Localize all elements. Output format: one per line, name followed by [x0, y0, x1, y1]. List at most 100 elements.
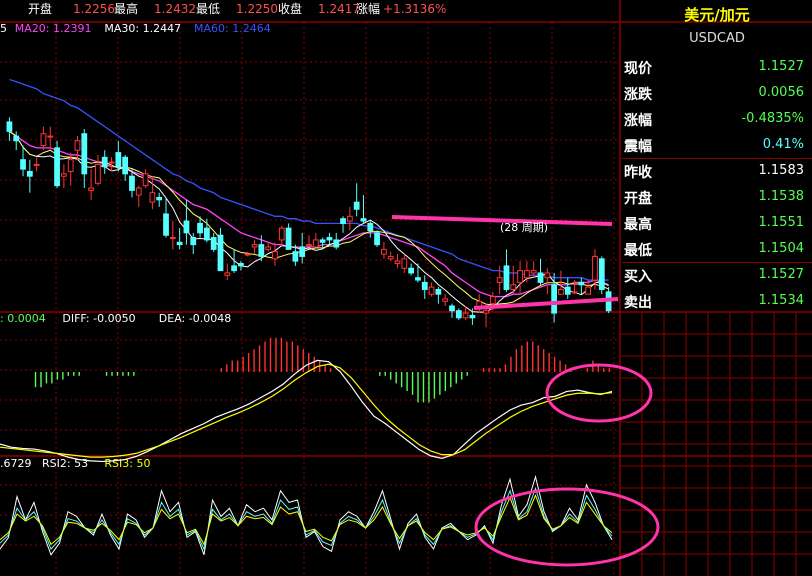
legend-item: DIFF: -0.0050: [62, 312, 135, 325]
candle-body: [469, 314, 476, 319]
candle: [415, 263, 421, 283]
open-value: 1.2256: [73, 2, 115, 16]
candle: [598, 256, 605, 295]
candle: [374, 230, 380, 247]
candle-body: [489, 296, 496, 305]
low-label: 最低: [196, 2, 220, 16]
candle: [333, 232, 340, 250]
candle: [306, 235, 312, 247]
candle-body: [564, 286, 571, 295]
candle-body: [67, 159, 74, 172]
candle-body: [135, 187, 142, 196]
candle: [244, 251, 251, 257]
quote-row-label: 开盘: [624, 191, 652, 207]
candle-body: [224, 272, 231, 276]
candle: [278, 225, 285, 247]
candle-body: [163, 213, 169, 236]
quote-row-value: 1.1583: [758, 163, 805, 178]
quote-row-label: 买入: [624, 269, 652, 285]
candle-body: [217, 234, 224, 272]
candle-body: [292, 251, 299, 262]
candle-body: [149, 192, 156, 203]
quote-row: 开盘 1.1538: [622, 184, 808, 210]
candle: [564, 277, 571, 299]
candle: [381, 242, 387, 259]
low-value: 1.2250: [236, 2, 278, 16]
quote-row-label: 最高: [624, 217, 652, 233]
candle-body: [421, 281, 428, 290]
quote-row-value: 1.1504: [758, 241, 805, 256]
candle-body: [203, 227, 210, 241]
quote-row-value: 1.1534: [758, 293, 805, 308]
candle-body: [278, 227, 285, 241]
candle: [428, 282, 435, 297]
legend-item: DEA: -0.0048: [159, 312, 231, 325]
candle: [367, 221, 374, 238]
candle: [81, 129, 88, 188]
candle-body: [346, 215, 353, 222]
candle-body: [598, 258, 605, 290]
quote-row: 最低 1.1504: [622, 236, 808, 262]
quote-row: 卖出 1.1534: [622, 288, 808, 314]
ma-legend: 5 MA20: 1.2391 MA30: 1.2447 MA60: 1.2464: [0, 22, 271, 35]
candle-body: [449, 305, 455, 312]
candle: [442, 294, 449, 306]
candle: [544, 268, 551, 295]
candle-body: [115, 152, 122, 168]
candle: [272, 242, 278, 266]
candle: [592, 249, 598, 290]
candle-body: [88, 187, 94, 191]
candle-body: [510, 284, 517, 290]
period-annotation: (28 周期): [500, 221, 548, 234]
candle: [340, 216, 346, 233]
candle-body: [20, 159, 26, 170]
quote-row-label: 卖出: [624, 295, 652, 311]
quote-row-value: -0.4835%: [741, 111, 804, 126]
candle-body: [306, 244, 312, 247]
candle-body: [6, 121, 13, 132]
candle-body: [442, 298, 449, 302]
candle-body: [524, 270, 530, 279]
candle-body: [244, 253, 251, 256]
candle: [517, 261, 523, 295]
legend-item: : 0.0004: [0, 312, 46, 325]
candle-body: [551, 284, 558, 314]
candle: [421, 275, 428, 299]
candle-body: [238, 263, 244, 267]
quote-row-value: 1.1538: [758, 189, 805, 204]
legend-item: RSI2: 53: [42, 457, 88, 470]
candle-body: [585, 286, 592, 295]
candle: [33, 157, 40, 172]
price-pane: [6, 78, 612, 328]
candle-body: [210, 237, 217, 250]
candle-body: [183, 220, 190, 234]
candle-body: [26, 170, 33, 177]
candle: [231, 249, 237, 273]
quote-row-value: 1.1551: [758, 215, 805, 230]
candle: [265, 242, 272, 252]
candle-body: [176, 241, 183, 246]
macd-line-diff: [0, 359, 613, 463]
quote-row-label: 昨收: [624, 165, 652, 181]
price-header: 开盘 1.2256 最高 1.2432 最低 1.2250 收盘 1.2417 …: [28, 1, 446, 16]
candle-body: [74, 140, 81, 151]
candle-body: [428, 286, 435, 295]
candle-body: [197, 222, 203, 234]
candle: [578, 277, 585, 295]
candle: [156, 192, 163, 207]
candle: [401, 254, 408, 273]
candle-body: [13, 135, 20, 142]
candle: [408, 263, 415, 276]
rsi-highlight-circle: [474, 487, 660, 567]
close-value: 1.2417: [318, 2, 360, 16]
candle: [510, 265, 517, 295]
candle-body: [312, 239, 319, 248]
quote-row-label: 现价: [624, 61, 652, 77]
candle: [217, 228, 224, 272]
macd-legend: : 0.0004 DIFF: -0.0050 DEA: -0.0048: [0, 312, 231, 325]
quote-title: 美元/加元: [684, 6, 750, 24]
candle: [238, 261, 244, 271]
candle: [149, 176, 156, 210]
candle: [435, 287, 442, 304]
candle-body: [40, 133, 47, 147]
